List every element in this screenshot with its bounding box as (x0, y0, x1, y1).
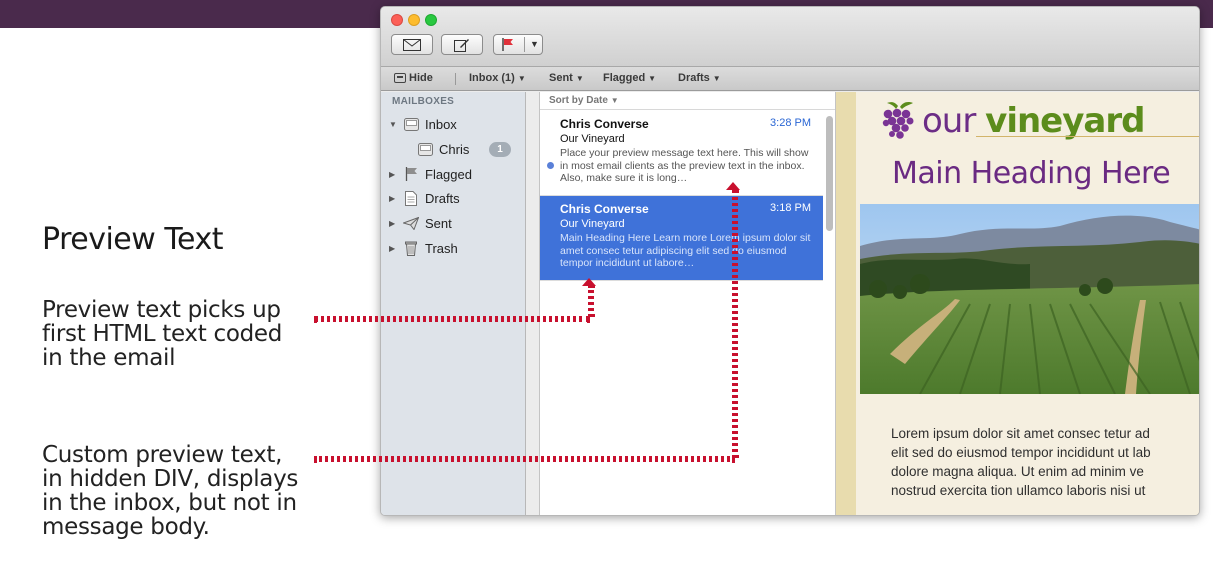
chevron-down-icon: ▼ (610, 96, 619, 105)
minimize-window-button[interactable] (408, 14, 420, 26)
close-window-button[interactable] (391, 14, 403, 26)
message-subject: Our Vineyard (560, 133, 625, 145)
inbox-icon (403, 116, 419, 132)
favorite-drafts[interactable]: Drafts ▼ (678, 72, 721, 84)
get-mail-button[interactable] (391, 34, 433, 55)
sidebar-item-label: Sent (425, 215, 452, 231)
paragraph-line: dolore magna aliqua. Ut enim ad minim ve (891, 464, 1144, 479)
sort-label: Sort by Date (549, 95, 608, 106)
sort-by-date-button[interactable]: Sort by Date ▼ (540, 92, 835, 110)
sidebar-item-label: Inbox (425, 116, 457, 132)
sent-icon (403, 215, 419, 231)
annotation-line-2-horizontal (314, 456, 735, 462)
favorite-flagged[interactable]: Flagged ▼ (603, 72, 656, 84)
paragraph-line: elit sed do eiusmod tempor incididunt ut… (891, 445, 1151, 460)
annotation-line-1-vertical (588, 285, 594, 317)
sidebar-toggle-icon (394, 73, 406, 83)
inbox-icon (417, 141, 433, 157)
chevron-down-icon[interactable]: ▼ (530, 39, 539, 49)
arrowhead-up-icon (582, 278, 596, 286)
flag-icon (502, 38, 513, 51)
paragraph-line: nostrud exercita tion ullamco laboris ni… (891, 483, 1146, 498)
disclosure-closed-icon[interactable]: ▶ (389, 219, 399, 228)
favorites-bar: Hide Inbox (1) ▼ Sent ▼ Flagged ▼ Drafts ▼ (381, 67, 1199, 91)
sidebar-item-label: Chris (439, 141, 470, 157)
email-main-heading: Main Heading Here (892, 156, 1171, 191)
mailboxes-heading: MAILBOXES (392, 96, 455, 107)
sidebar-item-label: Drafts (425, 190, 460, 206)
slide-note-hidden-div: Custom preview text, in hidden DIV, disp… (42, 442, 299, 540)
favorite-sent[interactable]: Sent ▼ (549, 72, 584, 84)
disclosure-open-icon[interactable]: ▼ (389, 120, 399, 129)
disclosure-closed-icon[interactable]: ▶ (389, 244, 399, 253)
favorite-flagged-label: Flagged (603, 72, 646, 84)
unread-count-badge: 1 (489, 142, 511, 157)
favorite-inbox-label: Inbox (1) (469, 72, 515, 84)
message-subject: Our Vineyard (560, 218, 625, 230)
sidebar-item-chris[interactable]: Chris 1 (381, 138, 526, 160)
message-preview: Main Heading Here Learn more Lorem ipsum… (560, 232, 811, 269)
message-time: 3:18 PM (770, 202, 811, 214)
mailbox-sidebar: MAILBOXES ▼ Inbox Chris 1 ▶ Flagged ▶ Dr… (381, 92, 526, 515)
sidebar-item-label: Trash (425, 240, 458, 256)
favorite-inbox[interactable]: Inbox (1) ▼ (469, 72, 526, 84)
logo-rule (976, 136, 1199, 137)
compose-icon (454, 38, 469, 52)
arrowhead-up-icon (726, 182, 740, 190)
chevron-down-icon: ▼ (575, 73, 584, 83)
logo-word-vineyard: vineyard (985, 101, 1145, 141)
sidebar-item-sent[interactable]: ▶ Sent (381, 212, 526, 234)
zoom-window-button[interactable] (425, 14, 437, 26)
sidebar-item-label: Flagged (425, 166, 472, 182)
mail-window: ▼ Hide Inbox (1) ▼ Sent ▼ Flagged ▼ Drafts ▼… (380, 6, 1200, 516)
email-body-paragraph: Lorem ipsum dolor sit amet consec tetur … (891, 424, 1199, 500)
unread-dot-icon (547, 162, 554, 169)
chevron-down-icon: ▼ (517, 73, 526, 83)
flag-icon (403, 166, 419, 182)
annotation-line-2-vertical (732, 190, 738, 458)
logo-word-our: our (922, 101, 976, 141)
message-time: 3:28 PM (770, 117, 811, 129)
trash-icon (403, 240, 419, 256)
favorites-divider (455, 73, 456, 85)
logo-wordmark: our vineyard (922, 101, 1145, 141)
favorite-drafts-label: Drafts (678, 72, 710, 84)
flag-button-separator (524, 37, 525, 52)
slide-note-first-html-text: Preview text picks up first HTML text co… (42, 297, 283, 371)
sidebar-item-drafts[interactable]: ▶ Drafts (381, 187, 526, 209)
drafts-icon (403, 190, 419, 206)
sidebar-item-flagged[interactable]: ▶ Flagged (381, 163, 526, 185)
message-row-selected[interactable]: Chris Converse 3:18 PM Our Vineyard Main… (540, 196, 823, 281)
hide-mailboxes-button[interactable]: Hide (394, 72, 433, 84)
titlebar: ▼ (381, 7, 1199, 67)
message-row[interactable]: Chris Converse 3:28 PM Our Vineyard Plac… (540, 111, 823, 196)
vineyard-photo (860, 204, 1199, 394)
sidebar-item-trash[interactable]: ▶ Trash (381, 237, 526, 259)
flag-button[interactable]: ▼ (493, 34, 543, 55)
disclosure-closed-icon[interactable]: ▶ (389, 170, 399, 179)
envelope-icon (403, 38, 421, 51)
sidebar-item-inbox[interactable]: ▼ Inbox (381, 113, 526, 135)
compose-button[interactable] (441, 34, 483, 55)
message-body-view: our vineyard Main Heading Here Lorem ips… (836, 92, 1199, 515)
disclosure-closed-icon[interactable]: ▶ (389, 194, 399, 203)
message-preview: Place your preview message text here. Th… (560, 147, 809, 184)
chevron-down-icon: ▼ (648, 73, 657, 83)
slide-heading: Preview Text (42, 222, 224, 257)
hide-label: Hide (409, 72, 433, 84)
message-list: Sort by Date ▼ Chris Converse 3:28 PM Ou… (539, 92, 836, 515)
annotation-line-1-horizontal (314, 316, 590, 322)
email-content: our vineyard Main Heading Here Lorem ips… (856, 92, 1199, 515)
message-list-scrollbar[interactable] (826, 116, 833, 231)
favorite-sent-label: Sent (549, 72, 573, 84)
chevron-down-icon: ▼ (712, 73, 721, 83)
grapes-icon (882, 102, 914, 139)
paragraph-line: Lorem ipsum dolor sit amet consec tetur … (891, 426, 1150, 441)
